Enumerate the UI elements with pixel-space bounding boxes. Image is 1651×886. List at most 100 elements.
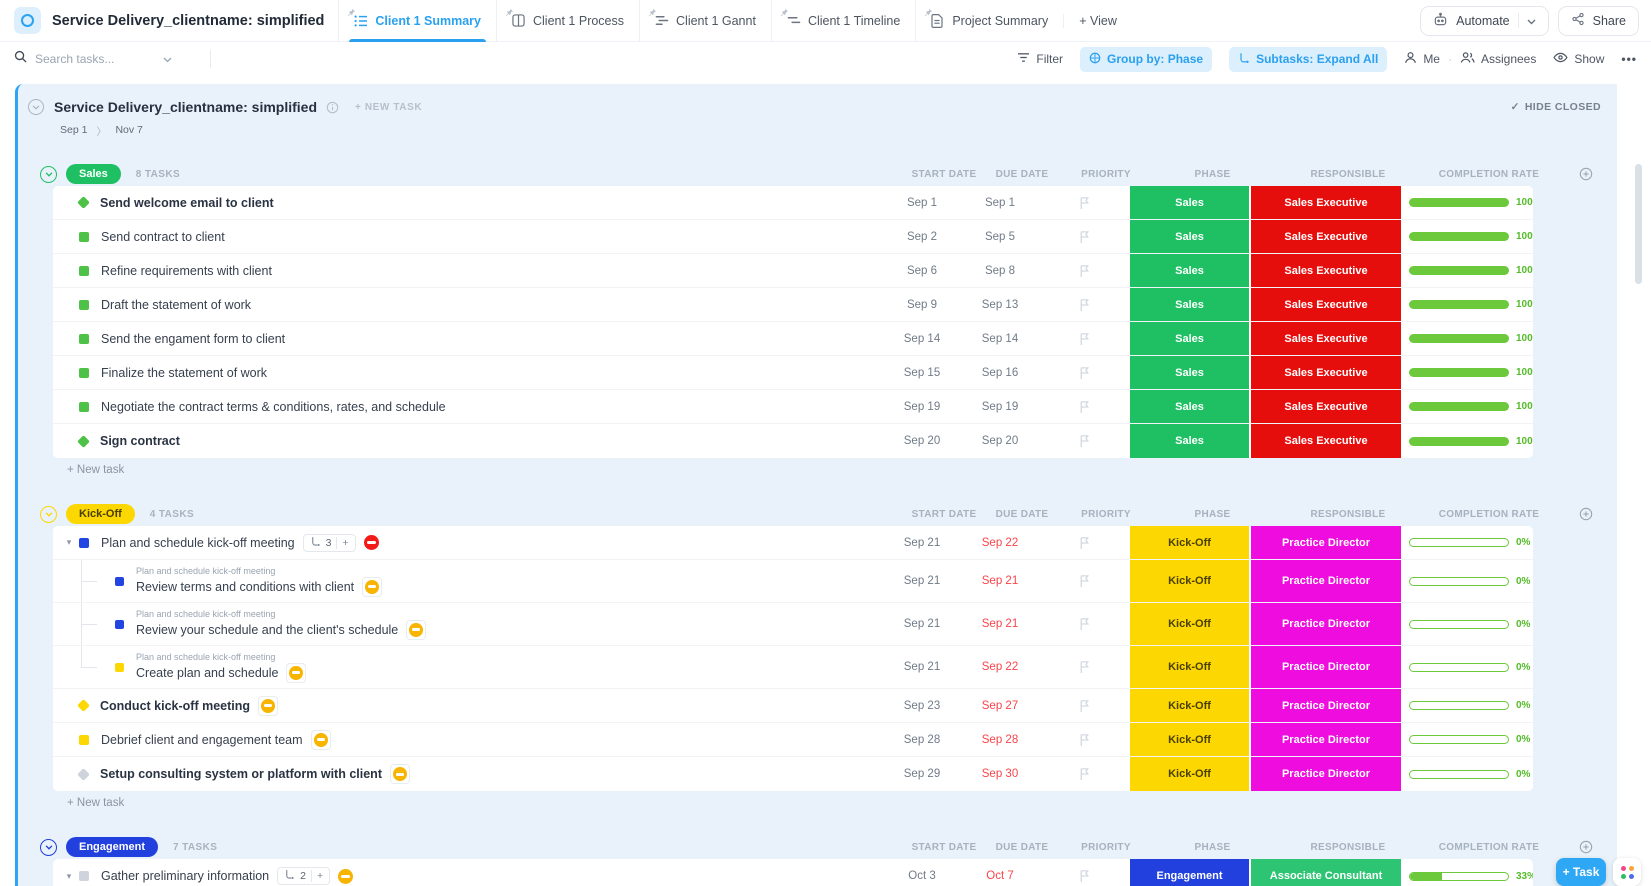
parent-task-breadcrumb[interactable]: Plan and schedule kick-off meeting	[136, 609, 426, 619]
add-subtask-icon[interactable]: +	[317, 870, 323, 882]
task-name[interactable]: Setup consulting system or platform with…	[100, 767, 382, 781]
priority-flag-icon[interactable]	[1038, 288, 1130, 321]
add-task-link[interactable]: + New task	[53, 793, 1617, 813]
responsible-cell[interactable]: Practice Director	[1251, 757, 1401, 791]
task-status-icon[interactable]	[77, 434, 90, 448]
task-name[interactable]: Finalize the statement of work	[101, 366, 267, 380]
column-header-priority[interactable]: PRIORITY	[1060, 169, 1152, 180]
more-options-button[interactable]: •••	[1621, 52, 1637, 66]
emoji-chip[interactable]	[310, 729, 331, 750]
subtask-count-badge[interactable]: 2 +	[277, 867, 331, 885]
column-header-responsible[interactable]: RESPONSIBLE	[1273, 509, 1423, 520]
tab-client-1-process[interactable]: Client 1 Process	[496, 0, 639, 42]
emoji-chip[interactable]	[389, 764, 410, 784]
start-date[interactable]: Oct 3	[882, 859, 962, 886]
task-status-icon[interactable]	[77, 767, 90, 781]
task-status-icon[interactable]	[77, 699, 90, 712]
column-header-completion-rate[interactable]: COMPLETION RATE	[1423, 509, 1555, 520]
emoji-chip[interactable]	[406, 619, 427, 640]
group-collapse-icon[interactable]	[40, 165, 57, 183]
group-name-pill[interactable]: Sales	[66, 164, 121, 184]
task-status-icon[interactable]	[79, 231, 89, 242]
priority-flag-icon[interactable]	[1038, 424, 1130, 458]
column-header-due-date[interactable]: DUE DATE	[984, 169, 1060, 180]
responsible-cell[interactable]: Sales Executive	[1251, 254, 1401, 287]
emoji-chip[interactable]	[286, 662, 307, 683]
phase-cell[interactable]: Kick-Off	[1130, 646, 1249, 688]
task-name[interactable]: Refine requirements with client	[101, 264, 272, 278]
phase-cell[interactable]: Sales	[1130, 186, 1249, 219]
column-header-phase[interactable]: PHASE	[1152, 842, 1273, 853]
group-collapse-icon[interactable]	[40, 505, 57, 523]
responsible-cell[interactable]: Practice Director	[1251, 689, 1401, 722]
parent-task-breadcrumb[interactable]: Plan and schedule kick-off meeting	[136, 652, 306, 662]
start-date[interactable]: Sep 9	[882, 288, 962, 321]
due-date[interactable]: Sep 22	[962, 526, 1038, 559]
add-column-icon[interactable]	[1555, 167, 1617, 181]
column-header-start-date[interactable]: START DATE	[904, 509, 984, 520]
column-header-responsible[interactable]: RESPONSIBLE	[1273, 842, 1423, 853]
task-name[interactable]: Negotiate the contract terms & condition…	[101, 400, 446, 414]
due-date[interactable]: Sep 5	[962, 220, 1038, 253]
group-by-button[interactable]: Group by: Phase	[1080, 46, 1213, 72]
phase-cell[interactable]: Sales	[1130, 254, 1249, 287]
start-date[interactable]: Sep 20	[882, 424, 962, 458]
priority-flag-icon[interactable]	[1038, 220, 1130, 253]
phase-cell[interactable]: Kick-Off	[1130, 689, 1249, 722]
add-column-icon[interactable]	[1555, 840, 1617, 854]
responsible-cell[interactable]: Sales Executive	[1251, 220, 1401, 253]
task-row[interactable]: ▾ Refine requirements with client Sep 6 …	[53, 254, 1533, 288]
task-name[interactable]: Conduct kick-off meeting	[100, 699, 250, 713]
tab-client-1-timeline[interactable]: Client 1 Timeline	[770, 0, 915, 42]
responsible-cell[interactable]: Sales Executive	[1251, 288, 1401, 321]
phase-cell[interactable]: Kick-Off	[1130, 560, 1249, 602]
date-range[interactable]: Sep 1 〉 Nov 7	[18, 120, 1617, 140]
due-date[interactable]: Sep 13	[962, 288, 1038, 321]
start-date[interactable]: Sep 21	[882, 560, 962, 602]
list-collapse-icon[interactable]	[28, 99, 44, 115]
responsible-cell[interactable]: Associate Consultant	[1251, 859, 1401, 886]
due-date[interactable]: Sep 27	[962, 689, 1038, 722]
responsible-cell[interactable]: Sales Executive	[1251, 322, 1401, 355]
start-date[interactable]: Sep 2	[882, 220, 962, 253]
search-box[interactable]	[14, 50, 202, 68]
share-button[interactable]: Share	[1557, 5, 1639, 36]
group-collapse-icon[interactable]	[40, 838, 57, 856]
phase-cell[interactable]: Sales	[1130, 288, 1249, 321]
due-date[interactable]: Sep 28	[962, 723, 1038, 756]
column-header-due-date[interactable]: DUE DATE	[984, 842, 1060, 853]
minus-emoji-icon[interactable]	[363, 535, 379, 550]
priority-flag-icon[interactable]	[1038, 560, 1130, 602]
task-status-icon[interactable]	[79, 265, 89, 276]
start-date[interactable]: Sep 21	[882, 603, 962, 645]
tab-client-1-summary[interactable]: Client 1 Summary	[338, 0, 496, 42]
task-name[interactable]: Gather preliminary information	[101, 869, 269, 883]
task-name[interactable]: Sign contract	[100, 434, 180, 448]
hide-closed-toggle[interactable]: ✓ HIDE CLOSED	[1511, 101, 1601, 113]
phase-cell[interactable]: Sales	[1130, 220, 1249, 253]
subtask-count-badge[interactable]: 3 +	[302, 533, 356, 552]
add-task-fab[interactable]: + Task	[1556, 858, 1606, 886]
start-date[interactable]: Sep 6	[882, 254, 962, 287]
emoji-chip[interactable]	[362, 576, 383, 597]
start-date[interactable]: Sep 29	[882, 757, 962, 791]
due-date[interactable]: Sep 14	[962, 322, 1038, 355]
subtasks-button[interactable]: Subtasks: Expand All	[1229, 46, 1388, 72]
task-row[interactable]: ▾ Plan and schedule kick-off meeting Rev…	[53, 560, 1533, 603]
due-date[interactable]: Sep 8	[962, 254, 1038, 287]
column-header-priority[interactable]: PRIORITY	[1060, 509, 1152, 520]
priority-flag-icon[interactable]	[1038, 526, 1130, 559]
phase-cell[interactable]: Kick-Off	[1130, 603, 1249, 645]
priority-flag-icon[interactable]	[1038, 356, 1130, 389]
task-row[interactable]: ▾ Sign contract Sep 20 Sep 20 Sales Sale…	[53, 424, 1533, 458]
responsible-cell[interactable]: Sales Executive	[1251, 186, 1401, 219]
priority-flag-icon[interactable]	[1038, 757, 1130, 791]
task-name[interactable]: Review terms and conditions with client	[136, 580, 354, 594]
start-date[interactable]: Sep 14	[882, 322, 962, 355]
responsible-cell[interactable]: Sales Executive	[1251, 424, 1401, 458]
task-status-icon[interactable]	[115, 619, 124, 629]
list-logo[interactable]	[14, 7, 41, 34]
column-header-start-date[interactable]: START DATE	[904, 842, 984, 853]
tab-client-1-gannt[interactable]: Client 1 Gannt	[639, 0, 771, 42]
task-name[interactable]: Send contract to client	[101, 230, 225, 244]
